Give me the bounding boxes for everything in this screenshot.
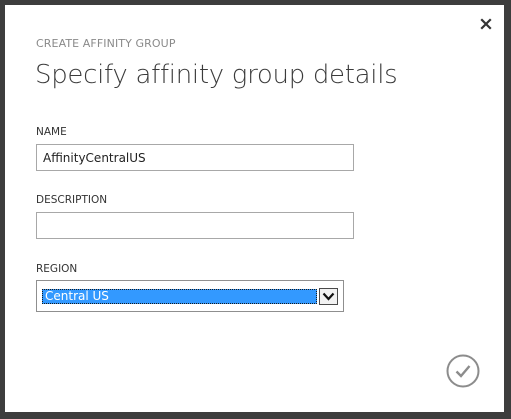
- confirm-button[interactable]: [446, 354, 480, 388]
- close-icon: [480, 18, 492, 30]
- chevron-down-icon: [322, 292, 335, 301]
- region-selected-value: Central US: [42, 289, 317, 304]
- region-dropdown-button[interactable]: [319, 288, 338, 305]
- dialog-title: Specify affinity group details: [35, 60, 398, 90]
- dialog-subtitle: CREATE AFFINITY GROUP: [36, 37, 176, 50]
- checkmark-icon: [446, 354, 480, 388]
- name-input[interactable]: [36, 144, 354, 171]
- close-button[interactable]: [478, 16, 494, 32]
- description-input[interactable]: [36, 212, 354, 239]
- create-affinity-group-dialog: CREATE AFFINITY GROUP Specify affinity g…: [5, 5, 504, 412]
- description-label: DESCRIPTION: [36, 194, 108, 206]
- name-label: NAME: [36, 126, 67, 138]
- region-label: REGION: [36, 263, 78, 275]
- region-select[interactable]: Central US: [36, 280, 344, 312]
- dialog-overlay-frame: CREATE AFFINITY GROUP Specify affinity g…: [0, 0, 511, 419]
